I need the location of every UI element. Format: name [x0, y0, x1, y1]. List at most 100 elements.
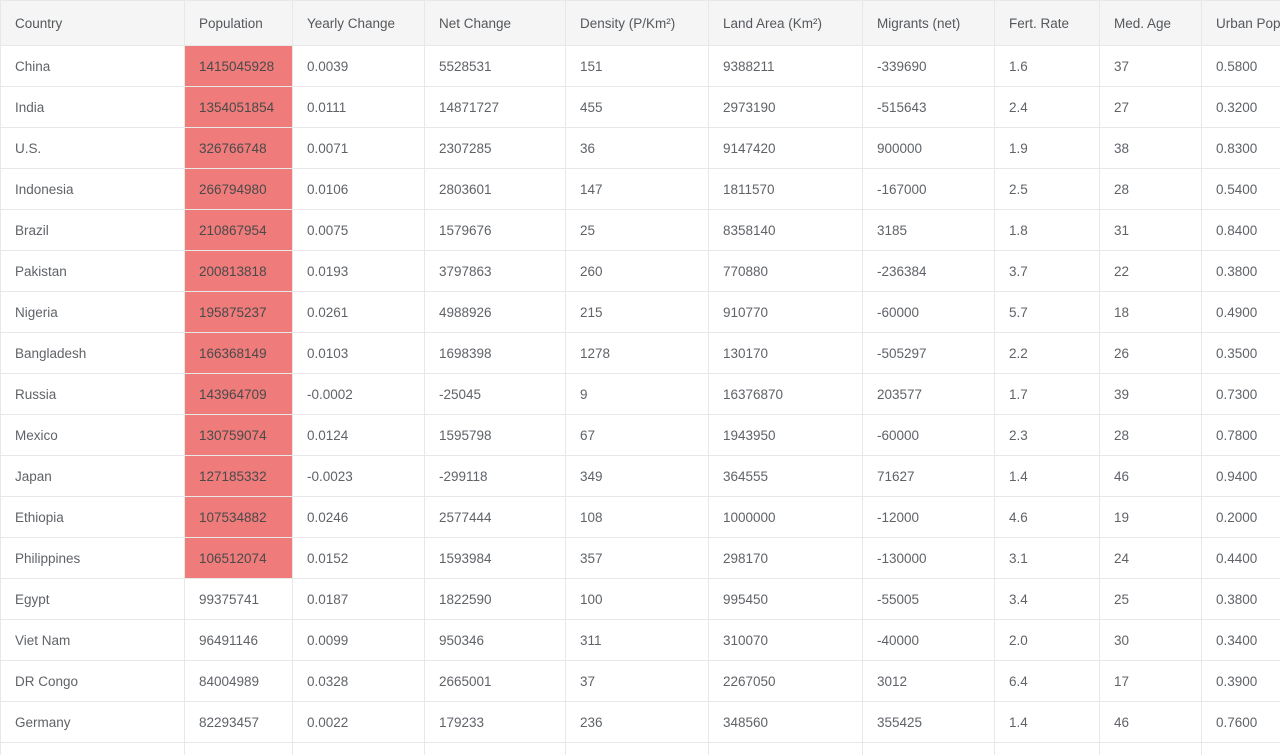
cell-density[interactable]: 9 [565, 373, 709, 415]
cell-medage[interactable]: 24 [1099, 537, 1202, 579]
column-header-urban-pop[interactable]: Urban Pop [1201, 0, 1280, 46]
cell-fert[interactable]: 4.6 [994, 496, 1100, 538]
cell-land[interactable]: 1000000 [708, 496, 863, 538]
cell-medage[interactable]: 46 [1099, 455, 1202, 497]
cell-land[interactable]: 9147420 [708, 127, 863, 169]
cell-density[interactable]: 100 [565, 578, 709, 620]
cell-yearly[interactable]: 0.0039 [292, 45, 425, 87]
cell-net[interactable]: 2803601 [424, 168, 566, 210]
cell-net[interactable]: 848947 [424, 742, 566, 755]
cell-density[interactable]: 357 [565, 537, 709, 579]
cell-land[interactable]: 1628550 [708, 742, 863, 755]
cell-net[interactable]: -299118 [424, 455, 566, 497]
cell-land[interactable]: 8358140 [708, 209, 863, 251]
cell-medage[interactable]: 18 [1099, 291, 1202, 333]
cell-country[interactable]: Indonesia [0, 168, 185, 210]
table-row[interactable]: China 1415045928 0.0039 5528531 151 9388211 -3… [0, 45, 1280, 87]
cell-medage[interactable]: 30 [1099, 742, 1202, 755]
cell-migrants[interactable]: 203577 [862, 373, 995, 415]
cell-country[interactable]: Nigeria [0, 291, 185, 333]
cell-net[interactable]: 5528531 [424, 45, 566, 87]
cell-yearly[interactable]: -0.0002 [292, 373, 425, 415]
cell-urban[interactable]: 0.3400 [1201, 619, 1280, 661]
cell-medage[interactable]: 37 [1099, 45, 1202, 87]
table-row[interactable]: Viet Nam 96491146 0.0099 950346 311 310070 -40… [0, 619, 1280, 661]
cell-medage[interactable]: 25 [1099, 578, 1202, 620]
cell-fert[interactable]: 1.4 [994, 701, 1100, 743]
cell-fert[interactable]: 2.0 [994, 619, 1100, 661]
cell-yearly[interactable]: 0.0106 [292, 168, 425, 210]
cell-net[interactable]: 1595798 [424, 414, 566, 456]
cell-medage[interactable]: 27 [1099, 86, 1202, 128]
cell-yearly[interactable]: 0.0022 [292, 701, 425, 743]
cell-urban[interactable]: 0.7600 [1201, 701, 1280, 743]
table-row[interactable]: India 1354051854 0.0111 14871727 455 2973190-… [0, 86, 1280, 128]
table-row[interactable]: Indonesia 266794980 0.0106 2803601 147 181157… [0, 168, 1280, 210]
cell-net[interactable]: -25045 [424, 373, 566, 415]
cell-migrants[interactable]: -60000 [862, 414, 995, 456]
cell-yearly[interactable]: 0.0246 [292, 496, 425, 538]
cell-migrants[interactable]: -130000 [862, 537, 995, 579]
cell-yearly[interactable]: 0.0187 [292, 578, 425, 620]
cell-land[interactable]: 995450 [708, 578, 863, 620]
cell-land[interactable]: 770880 [708, 250, 863, 292]
cell-yearly[interactable]: 0.0105 [292, 742, 425, 755]
cell-migrants[interactable]: -515643 [862, 86, 995, 128]
cell-fert[interactable]: 6.4 [994, 660, 1100, 702]
cell-net[interactable]: 179233 [424, 701, 566, 743]
cell-land[interactable]: 2267050 [708, 660, 863, 702]
cell-net[interactable]: 3797863 [424, 250, 566, 292]
cell-population[interactable]: 200813818 [184, 250, 293, 292]
cell-density[interactable]: 25 [565, 209, 709, 251]
table-row[interactable]: Germany 82293457 0.0022 179233 236 348560 3554… [0, 701, 1280, 743]
cell-urban[interactable]: 0.7800 [1201, 414, 1280, 456]
cell-density[interactable]: 215 [565, 291, 709, 333]
cell-urban[interactable]: 0.3500 [1201, 332, 1280, 374]
cell-density[interactable]: 349 [565, 455, 709, 497]
cell-land[interactable]: 348560 [708, 701, 863, 743]
cell-land[interactable]: 298170 [708, 537, 863, 579]
cell-urban[interactable]: 0.5800 [1201, 45, 1280, 87]
table-row[interactable]: Pakistan 200813818 0.0193 3797863 260 770880-… [0, 250, 1280, 292]
cell-medage[interactable]: 39 [1099, 373, 1202, 415]
cell-migrants[interactable]: 3012 [862, 660, 995, 702]
cell-density[interactable]: 151 [565, 45, 709, 87]
cell-population[interactable]: 143964709 [184, 373, 293, 415]
cell-urban[interactable]: 0.5400 [1201, 168, 1280, 210]
cell-yearly[interactable]: 0.0261 [292, 291, 425, 333]
cell-net[interactable]: 2577444 [424, 496, 566, 538]
cell-urban[interactable]: 0.9400 [1201, 455, 1280, 497]
cell-medage[interactable]: 46 [1099, 701, 1202, 743]
cell-fert[interactable]: 1.8 [994, 209, 1100, 251]
cell-yearly[interactable]: 0.0099 [292, 619, 425, 661]
cell-population[interactable]: 127185332 [184, 455, 293, 497]
cell-medage[interactable]: 38 [1099, 127, 1202, 169]
cell-migrants[interactable]: 355425 [862, 701, 995, 743]
cell-migrants[interactable]: 71627 [862, 455, 995, 497]
cell-land[interactable]: 910770 [708, 291, 863, 333]
cell-density[interactable]: 37 [565, 660, 709, 702]
cell-country[interactable]: Russia [0, 373, 185, 415]
cell-urban[interactable]: 0.8300 [1201, 127, 1280, 169]
cell-fert[interactable]: 3.7 [994, 250, 1100, 292]
table-row[interactable]: Japan 127185332 -0.0023 -299118 349 364555 716… [0, 455, 1280, 497]
cell-land[interactable]: 16376870 [708, 373, 863, 415]
cell-net[interactable]: 1822590 [424, 578, 566, 620]
cell-medage[interactable]: 26 [1099, 332, 1202, 374]
cell-population[interactable]: 82293457 [184, 701, 293, 743]
cell-population[interactable]: 107534882 [184, 496, 293, 538]
cell-net[interactable]: 950346 [424, 619, 566, 661]
cell-density[interactable]: 147 [565, 168, 709, 210]
cell-migrants[interactable]: -167000 [862, 168, 995, 210]
cell-population[interactable]: 96491146 [184, 619, 293, 661]
table-row[interactable]: U.S. 326766748 0.0071 2307285 36 9147420 90000… [0, 127, 1280, 169]
column-header-migrants[interactable]: Migrants (net) [862, 0, 995, 46]
cell-migrants[interactable]: -505297 [862, 332, 995, 374]
cell-yearly[interactable]: 0.0152 [292, 537, 425, 579]
cell-medage[interactable]: 28 [1099, 168, 1202, 210]
cell-population[interactable]: 1415045928 [184, 45, 293, 87]
cell-fert[interactable]: 1.6 [994, 45, 1100, 87]
cell-yearly[interactable]: 0.0071 [292, 127, 425, 169]
table-row[interactable]: Bangladesh 166368149 0.0103 1698398 1278 1301… [0, 332, 1280, 374]
table-row[interactable]: Philippines 106512074 0.0152 1593984 357 2981… [0, 537, 1280, 579]
